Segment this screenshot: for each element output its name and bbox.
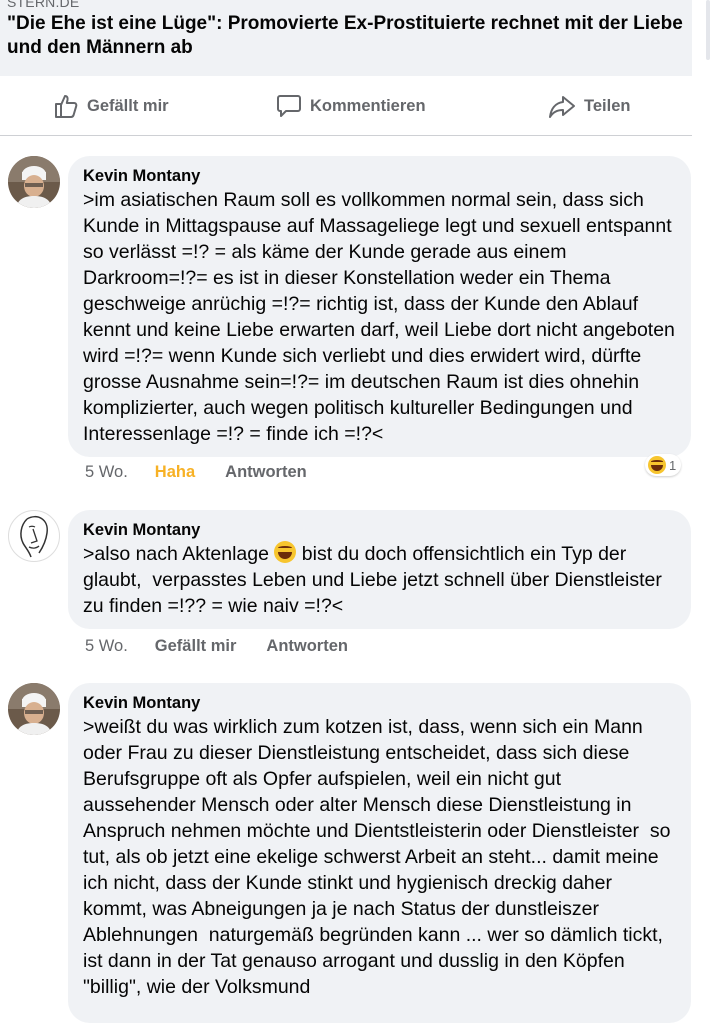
like-reaction-button[interactable]: Haha <box>155 463 195 482</box>
comment-text: >weißt du was wirklich zum kotzen ist, d… <box>83 716 676 998</box>
comment-bubble: Kevin Montany >weißt du was wirklich zum… <box>68 683 691 1023</box>
share-button[interactable]: Teilen <box>548 78 630 134</box>
post-action-bar: Gefällt mir Kommentieren Teilen <box>0 78 692 134</box>
comment-bubble: Kevin Montany >also nach Aktenlage bist … <box>68 510 691 629</box>
comment-meta: 5 Wo. Gefällt mir Antworten <box>85 637 378 656</box>
scrollbar[interactable] <box>692 0 712 996</box>
comment-time[interactable]: 5 Wo. <box>85 463 128 482</box>
link-source: STERN.DE <box>7 0 80 10</box>
comment-author[interactable]: Kevin Montany <box>83 519 676 541</box>
reaction-count-badge[interactable]: 1 <box>645 454 682 476</box>
share-label: Teilen <box>584 96 631 115</box>
avatar[interactable] <box>8 156 60 208</box>
reply-button[interactable]: Antworten <box>266 637 348 656</box>
comment-button[interactable]: Kommentieren <box>276 78 426 134</box>
laughing-emoji-icon <box>274 541 297 563</box>
divider <box>0 135 692 136</box>
like-label: Gefällt mir <box>87 96 169 115</box>
comment-meta: 5 Wo. Haha Antworten <box>85 463 337 482</box>
sketch-face-icon <box>20 515 48 558</box>
scrollbar-thumb[interactable] <box>706 0 710 60</box>
user-photo-icon <box>8 156 60 208</box>
comment-text: >also nach Aktenlage bist du doch offens… <box>83 541 676 619</box>
avatar[interactable] <box>8 683 60 735</box>
link-headline[interactable]: "Die Ehe ist eine Lüge": Promovierte Ex-… <box>7 12 687 60</box>
haha-emoji-icon <box>648 456 666 474</box>
thumbs-up-icon <box>55 95 78 118</box>
comment-bubble: Kevin Montany >im asiatischen Raum soll … <box>68 156 691 457</box>
comment-author[interactable]: Kevin Montany <box>83 165 676 187</box>
comment-author[interactable]: Kevin Montany <box>83 692 676 714</box>
comment-label: Kommentieren <box>310 96 426 115</box>
like-reaction-button[interactable]: Gefällt mir <box>155 637 237 656</box>
comment-text-part: >also nach Aktenlage <box>83 543 275 565</box>
reply-button[interactable]: Antworten <box>225 463 307 482</box>
speech-bubble-icon <box>277 95 301 117</box>
like-button[interactable]: Gefällt mir <box>53 78 169 134</box>
comment-text: >im asiatischen Raum soll es vollkommen … <box>83 189 681 445</box>
avatar[interactable] <box>8 510 60 562</box>
link-preview-card[interactable]: STERN.DE "Die Ehe ist eine Lüge": Promov… <box>0 0 692 76</box>
comment-time[interactable]: 5 Wo. <box>85 637 128 656</box>
reaction-count: 1 <box>669 457 677 473</box>
user-photo-icon <box>8 683 60 735</box>
share-arrow-icon <box>549 96 575 118</box>
